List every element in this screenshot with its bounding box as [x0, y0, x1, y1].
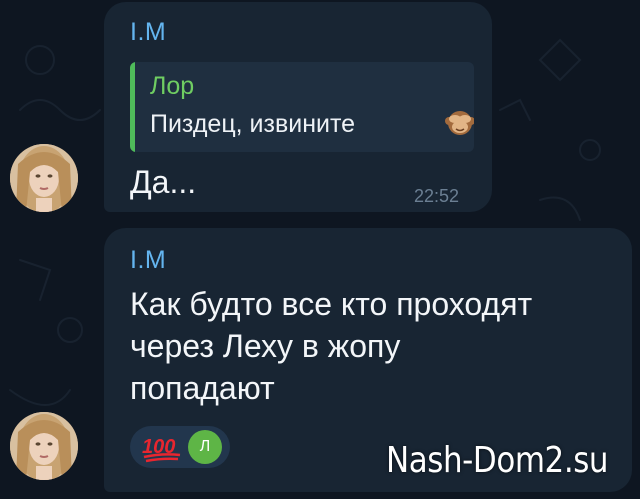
message-text: Да...	[130, 164, 197, 200]
sender-avatar[interactable]	[10, 412, 78, 480]
message-time: 22:52	[414, 186, 460, 206]
sender-name[interactable]: I.M	[130, 246, 166, 275]
avatar-portrait	[10, 144, 78, 212]
reaction-user-avatar[interactable]: Л	[188, 430, 222, 464]
message-text-line: через Леху в жопу	[130, 328, 401, 364]
watermark-text: Nash-Dom2.su	[386, 440, 609, 481]
message-text-line: Как будто все кто проходят	[130, 286, 533, 322]
reply-sender-name: Лор	[150, 72, 195, 100]
avatar-portrait	[10, 412, 78, 480]
see-no-evil-monkey-icon	[445, 111, 474, 135]
message-text-line: попадают	[130, 370, 275, 406]
reactions-bar[interactable]: 100 Л	[130, 426, 230, 468]
reply-quote[interactable]: Лор Пиздец, извините	[130, 62, 474, 152]
reply-accent-bar	[130, 62, 135, 152]
sender-avatar[interactable]	[10, 144, 78, 212]
sender-name[interactable]: I.M	[130, 18, 166, 47]
reply-text: Пиздец, извините	[150, 110, 356, 138]
hundred-points-icon[interactable]: 100	[140, 431, 184, 463]
